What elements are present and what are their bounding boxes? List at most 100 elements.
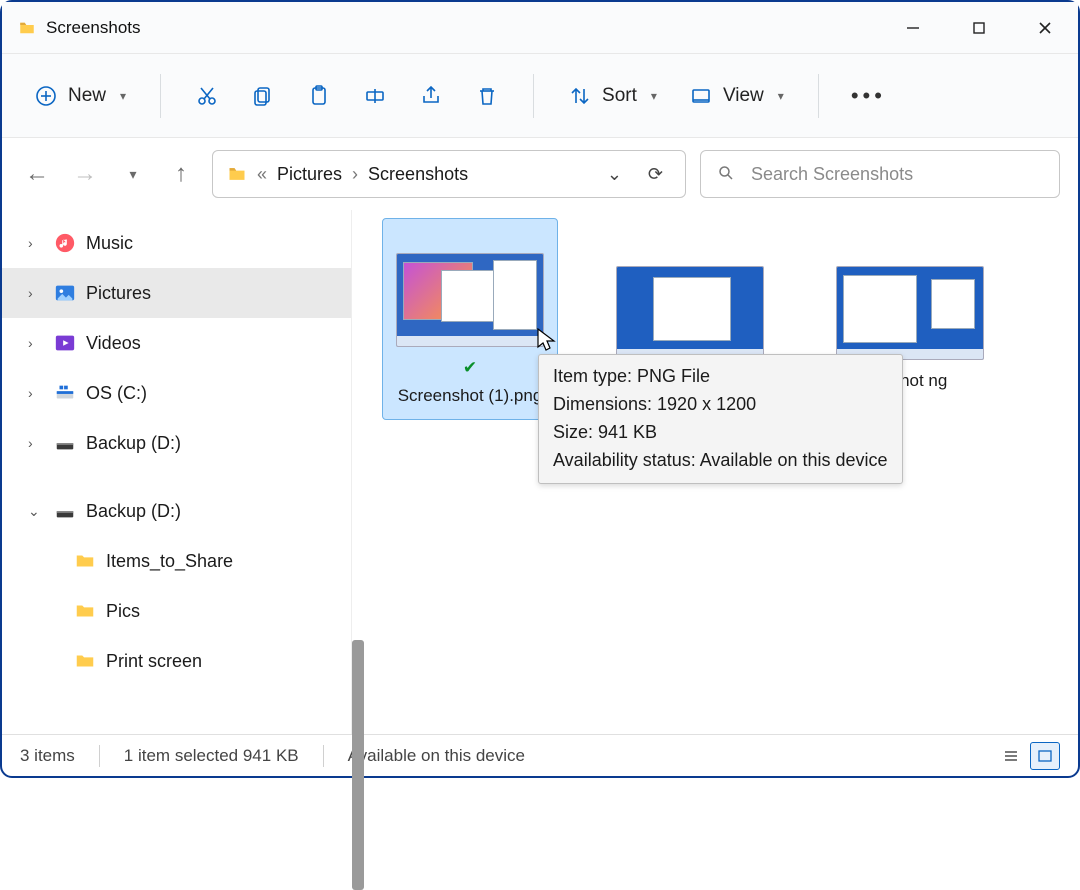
rename-button[interactable] [349,72,401,120]
address-bar[interactable]: « Pictures › Screenshots ⌄ ⟳ [212,150,686,198]
sort-button[interactable]: Sort ▾ [554,72,671,120]
sidebar-item-videos[interactable]: › Videos [2,318,351,368]
close-button[interactable] [1012,2,1078,54]
chevron-down-icon: ▾ [778,89,784,103]
sidebar: › Music › Pictures › Videos › OS (C:) › … [2,210,352,734]
maximize-button[interactable] [946,2,1012,54]
separator [323,745,324,767]
collapse-icon[interactable]: ⌄ [28,503,44,520]
sidebar-item-folder[interactable]: Print screen [2,636,351,686]
expand-icon[interactable]: › [28,385,44,401]
delete-button[interactable] [461,72,513,120]
thumbnail-icon [836,266,984,360]
cursor-icon [536,328,558,357]
sidebar-item-label: Pics [106,601,140,622]
view-toggle [996,742,1060,770]
window-title: Screenshots [46,18,141,38]
status-item-count: 3 items [20,746,75,766]
paste-button[interactable] [293,72,345,120]
expand-icon[interactable]: › [28,235,44,251]
sidebar-item-label: Items_to_Share [106,551,233,572]
tooltip: Item type: PNG File Dimensions: 1920 x 1… [538,354,903,484]
pictures-icon [54,282,76,304]
view-button[interactable]: View ▾ [675,72,798,120]
sidebar-item-label: Music [86,233,133,254]
share-button[interactable] [405,72,457,120]
folder-icon [18,19,36,37]
status-bar: 3 items 1 item selected 941 KB Available… [2,734,1078,776]
up-button[interactable]: ↑ [164,157,198,191]
breadcrumb-parent[interactable]: Pictures [277,164,342,185]
thumbnail-icon [616,266,764,360]
separator [533,74,534,118]
expand-icon[interactable]: › [28,285,44,301]
copy-button[interactable] [237,72,289,120]
minimize-button[interactable] [880,2,946,54]
sidebar-item-label: Print screen [106,651,202,672]
new-label: New [68,85,106,107]
details-view-button[interactable] [996,742,1026,770]
sidebar-item-label: Backup (D:) [86,501,181,522]
tooltip-line: Availability status: Available on this d… [553,447,888,475]
sidebar-item-drive-c[interactable]: › OS (C:) [2,368,351,418]
separator [160,74,161,118]
separator [818,74,819,118]
drive-icon [54,382,76,404]
search-box[interactable] [700,150,1060,198]
folder-icon [74,650,96,672]
check-icon: ✔ [463,357,477,379]
folder-icon [74,600,96,622]
folder-icon [74,550,96,572]
chevron-down-icon: ▾ [651,89,657,103]
search-icon [717,164,735,185]
videos-icon [54,332,76,354]
more-button[interactable]: ••• [839,83,898,109]
expand-icon[interactable]: › [28,335,44,351]
toolbar: New ▾ Sort ▾ View ▾ ••• [2,54,1078,138]
status-availability: Available on this device [348,746,525,766]
drive-icon [54,500,76,522]
cut-button[interactable] [181,72,233,120]
expand-icon[interactable]: › [28,435,44,451]
tooltip-line: Dimensions: 1920 x 1200 [553,391,888,419]
file-item-selected[interactable]: ✔ Screenshot (1).png [382,218,558,420]
search-input[interactable] [749,163,1043,186]
view-label: View [723,85,764,107]
history-dropdown[interactable]: ▾ [116,157,150,191]
sidebar-item-folder[interactable]: Items_to_Share [2,536,351,586]
sidebar-item-drive-d-expanded[interactable]: ⌄ Backup (D:) [2,486,351,536]
address-bar-row: ← → ▾ ↑ « Pictures › Screenshots ⌄ ⟳ [2,138,1078,210]
thumbnails-view-button[interactable] [1030,742,1060,770]
status-selection: 1 item selected 941 KB [124,746,299,766]
sort-label: Sort [602,85,637,107]
nav-arrows: ← → ▾ ↑ [20,157,198,191]
sidebar-item-folder[interactable]: Pics [2,586,351,636]
chevron-down-icon: ▾ [120,89,126,103]
breadcrumb: « Pictures › Screenshots [257,164,589,185]
body: › Music › Pictures › Videos › OS (C:) › … [2,210,1078,734]
back-button[interactable]: ← [20,157,54,191]
tooltip-line: Size: 941 KB [553,419,888,447]
window-controls [880,2,1078,54]
sidebar-item-drive-d[interactable]: › Backup (D:) [2,418,351,468]
new-button[interactable]: New ▾ [20,72,140,120]
drive-icon [54,432,76,454]
address-dropdown[interactable]: ⌄ [599,164,630,185]
sidebar-item-label: Videos [86,333,141,354]
breadcrumb-current[interactable]: Screenshots [368,164,468,185]
forward-button[interactable]: → [68,157,102,191]
sidebar-item-pictures[interactable]: › Pictures [2,268,351,318]
sidebar-item-label: Backup (D:) [86,433,181,454]
separator [99,745,100,767]
file-name: Screenshot (1).png [398,385,543,407]
refresh-button[interactable]: ⟳ [640,164,671,185]
file-pane[interactable]: ✔ Screenshot (1).png enshot ng [352,210,1078,734]
titlebar: Screenshots [2,2,1078,54]
sidebar-item-label: OS (C:) [86,383,147,404]
sidebar-item-music[interactable]: › Music [2,218,351,268]
music-icon [54,232,76,254]
thumbnail-icon [396,253,544,347]
tooltip-line: Item type: PNG File [553,363,888,391]
sidebar-item-label: Pictures [86,283,151,304]
folder-icon [227,164,247,184]
